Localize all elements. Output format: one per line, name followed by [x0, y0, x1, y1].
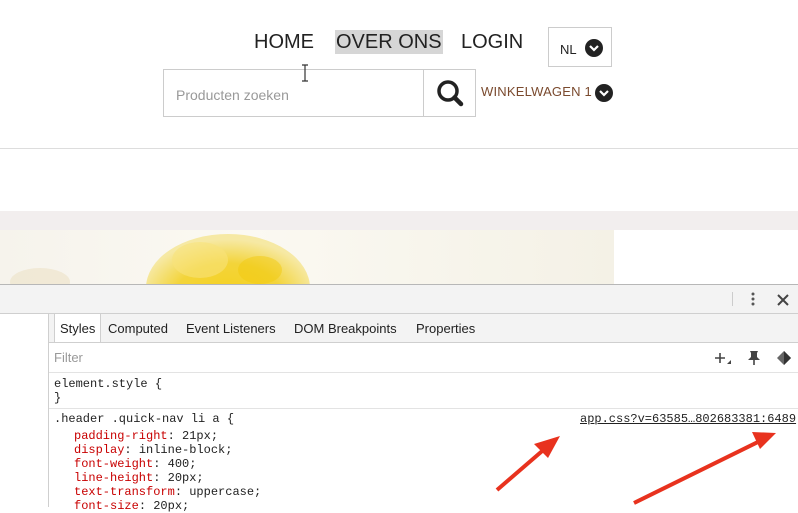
- search-button[interactable]: [424, 70, 476, 116]
- element-style-selector[interactable]: element.style {: [54, 377, 162, 391]
- devtools-toolbar: [0, 285, 798, 314]
- search-icon: [437, 80, 464, 107]
- close-icon[interactable]: [777, 293, 789, 311]
- language-selector[interactable]: NL: [548, 27, 612, 67]
- css-declaration[interactable]: line-height: 20px;: [74, 471, 204, 485]
- cart-label: WINKELWAGEN 1: [481, 84, 592, 99]
- element-style-rule: element.style { }: [54, 377, 162, 405]
- css-declaration[interactable]: font-weight: 400;: [74, 457, 196, 471]
- css-source-link[interactable]: app.css?v=63585…802683381:6489: [580, 412, 796, 426]
- filter-input[interactable]: Filter: [54, 350, 83, 365]
- styles-filter-row: Filter: [49, 343, 798, 373]
- tab-styles[interactable]: Styles: [54, 314, 102, 342]
- tab-dom-breakpoints[interactable]: DOM Breakpoints: [294, 321, 397, 336]
- sidebar-tabs: Styles Computed Event Listeners DOM Brea…: [49, 314, 798, 343]
- devtools-panel: Styles Computed Event Listeners DOM Brea…: [0, 284, 798, 513]
- chevron-down-icon: [585, 39, 603, 57]
- content-band: [0, 211, 798, 230]
- header-divider: [0, 148, 798, 149]
- cart-chevron-icon[interactable]: [595, 84, 613, 102]
- new-style-rule-icon[interactable]: [714, 351, 732, 372]
- rule-separator: [49, 408, 798, 409]
- tab-event-listeners[interactable]: Event Listeners: [186, 321, 276, 336]
- toggle-element-state-icon[interactable]: [776, 350, 792, 371]
- css-rule-selector[interactable]: .header .quick-nav li a {: [54, 412, 234, 426]
- cart-link[interactable]: WINKELWAGEN 1: [481, 84, 592, 99]
- nav-login[interactable]: LOGIN: [461, 30, 523, 54]
- tab-properties[interactable]: Properties: [416, 321, 475, 336]
- more-options-icon[interactable]: [750, 291, 756, 312]
- tab-computed[interactable]: Computed: [108, 321, 168, 336]
- css-declaration[interactable]: padding-right: 21px;: [74, 429, 218, 443]
- css-declaration[interactable]: text-transform: uppercase;: [74, 485, 261, 499]
- css-declaration[interactable]: font-size: 20px;: [74, 499, 189, 513]
- elements-tree-pane: [0, 314, 49, 507]
- toolbar-separator: [732, 292, 733, 306]
- search-box: [163, 69, 476, 117]
- element-style-close: }: [54, 391, 62, 405]
- css-declaration[interactable]: display: inline-block;: [74, 443, 232, 457]
- search-input[interactable]: [174, 84, 418, 106]
- nav-over-ons[interactable]: OVER ONS: [335, 30, 443, 54]
- text-cursor-icon: [300, 64, 310, 87]
- banner-image: [0, 230, 614, 284]
- pin-icon[interactable]: [747, 350, 761, 371]
- language-label: NL: [560, 42, 577, 57]
- nav-home[interactable]: HOME: [254, 30, 314, 54]
